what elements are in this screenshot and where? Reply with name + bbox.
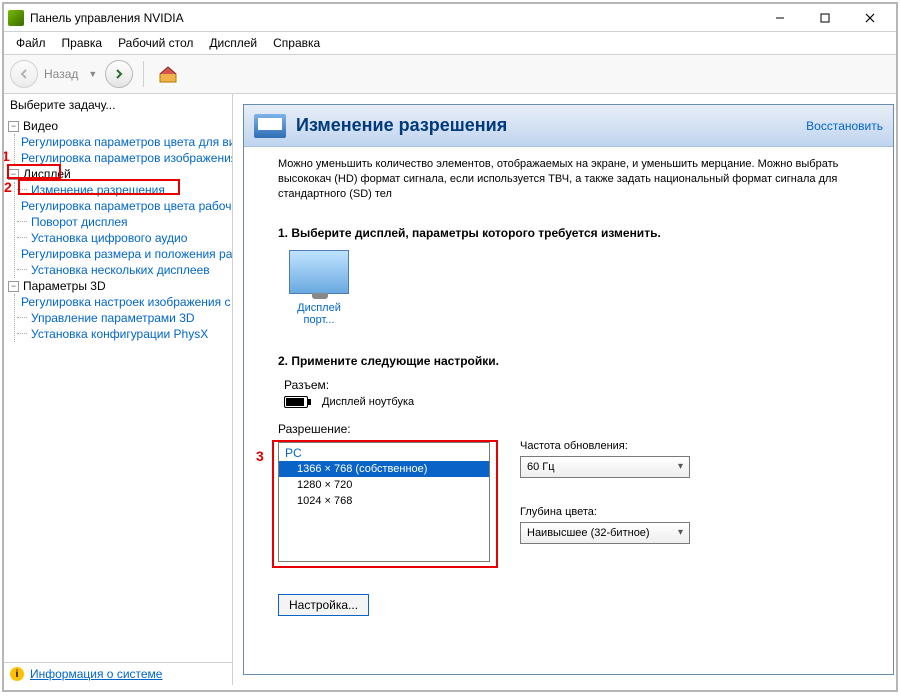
maximize-button[interactable] [802,6,847,30]
menu-edit[interactable]: Правка [54,34,111,52]
tree-collapse-icon[interactable]: − [8,169,19,180]
panel-title: Изменение разрешения [296,115,806,136]
settings-panel: Изменение разрешения Восстановить Можно … [243,104,894,675]
menu-file[interactable]: Файл [8,34,54,52]
refresh-label: Частота обновления: [520,440,690,452]
navbar: Назад ▼ [4,54,896,94]
tree-category-video[interactable]: Видео [23,119,58,133]
tree-category-3d[interactable]: Параметры 3D [23,279,106,293]
menu-help[interactable]: Справка [265,34,328,52]
refresh-rate-combo[interactable]: 60 Гц ▾ [520,456,690,478]
info-icon: i [10,667,24,681]
step1-title: 1. Выберите дисплей, параметры которого … [278,226,879,240]
nav-forward-button[interactable] [105,60,133,88]
nvidia-app-icon [8,10,24,26]
menubar: Файл Правка Рабочий стол Дисплей Справка [4,32,896,54]
color-depth-combo[interactable]: Наивысшее (32-битное) ▾ [520,522,690,544]
nav-home-button[interactable] [154,60,182,88]
connector-value: Дисплей ноутбука [322,396,414,408]
close-button[interactable] [847,6,892,30]
color-depth-label: Глубина цвета: [520,506,690,518]
tree-item-size-position[interactable]: Регулировка размера и положения рабо [21,247,232,261]
resolution-label: Разрешение: [278,422,490,436]
tree-item-change-resolution[interactable]: Изменение разрешения [31,183,165,197]
tree-category-display[interactable]: Дисплей [23,167,71,181]
panel-intro-text: Можно уменьшить количество элементов, от… [278,157,879,226]
tree-item-desktop-color[interactable]: Регулировка параметров цвета рабочег [21,199,232,213]
menu-desktop[interactable]: Рабочий стол [110,34,201,52]
nav-back-label: Назад [44,67,78,81]
tree-item-manage-3d[interactable]: Управление параметрами 3D [31,311,195,325]
system-info-link[interactable]: Информация о системе [30,667,162,681]
chevron-down-icon: ▼ [88,69,97,79]
tree-item-video-image[interactable]: Регулировка параметров изображения д [21,151,232,165]
tree-item-image-settings[interactable]: Регулировка настроек изображения с пр [21,295,232,309]
sidebar: Выберите задачу... − Видео Регулировка п… [4,94,233,685]
annotation-number-3: 3 [256,448,264,464]
content-area: Изменение разрешения Восстановить Можно … [233,94,896,685]
minimize-button[interactable] [757,6,802,30]
connector-label: Разъем: [284,378,879,392]
sidebar-header: Выберите задачу... [4,94,232,116]
chevron-down-icon: ▾ [678,527,683,538]
tree-item-rotate-display[interactable]: Поворот дисплея [31,215,128,229]
resolution-option-1280[interactable]: 1280 × 720 [279,477,489,493]
task-tree: − Видео Регулировка параметров цвета для… [4,116,232,662]
display-thumbnail-label[interactable]: Дисплей порт... [284,302,354,326]
resolution-option-native[interactable]: 1366 × 768 (собственное) [279,461,489,477]
resolution-option-1024[interactable]: 1024 × 768 [279,493,489,509]
configure-button[interactable]: Настройка... [278,594,369,616]
listbox-group-pc: PC [279,443,489,461]
resolution-listbox[interactable]: PC 1366 × 768 (собственное) 1280 × 720 1… [278,442,490,562]
tree-item-physx[interactable]: Установка конфигурации PhysX [31,327,208,341]
window-title: Панель управления NVIDIA [30,11,757,25]
display-thumbnail[interactable] [289,250,349,294]
monitor-icon [254,114,286,138]
tree-collapse-icon[interactable]: − [8,281,19,292]
tree-collapse-icon[interactable]: − [8,121,19,132]
restore-link[interactable]: Восстановить [806,119,883,133]
chevron-down-icon: ▾ [678,461,683,472]
nav-back-button[interactable] [10,60,38,88]
tree-item-video-color[interactable]: Регулировка параметров цвета для вид [21,135,232,149]
tree-item-multi-display[interactable]: Установка нескольких дисплеев [31,263,210,277]
menu-display[interactable]: Дисплей [201,34,265,52]
tree-item-digital-audio[interactable]: Установка цифрового аудио [31,231,187,245]
refresh-rate-value: 60 Гц [527,461,555,473]
laptop-display-icon [284,396,308,408]
color-depth-value: Наивысшее (32-битное) [527,527,650,539]
titlebar: Панель управления NVIDIA [4,4,896,32]
step2-title: 2. Примените следующие настройки. [278,354,879,368]
